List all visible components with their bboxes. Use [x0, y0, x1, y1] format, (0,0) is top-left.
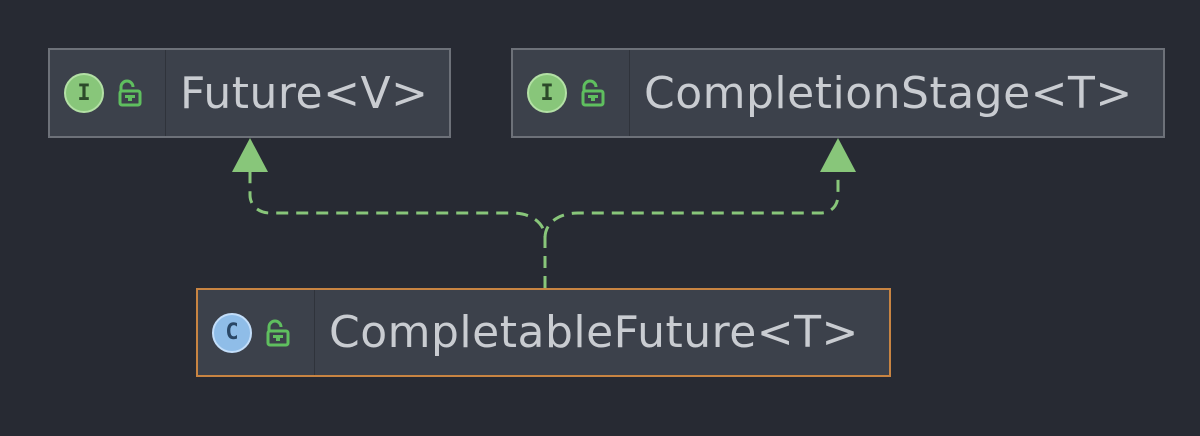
node-completable-future[interactable]: C CompletableFuture<T> [196, 288, 891, 377]
unlocked-padlock-icon [114, 78, 144, 108]
arrowhead-future [232, 138, 268, 172]
edge-completablefuture-to-future [248, 172, 547, 288]
node-completion-stage[interactable]: I CompletionStage<T> [511, 48, 1165, 138]
diagram-canvas: I Future<V> I CompletionStage<T> C Compl… [0, 0, 1200, 436]
class-badge-icon: C [212, 312, 252, 353]
node-label: CompletableFuture<T> [329, 307, 859, 358]
arrowhead-completionstage [820, 138, 856, 172]
interface-badge-icon: I [64, 73, 104, 113]
node-future-icons: I [50, 50, 166, 136]
edge-completablefuture-to-completionstage [543, 172, 840, 239]
node-completion-stage-icons: I [513, 50, 630, 136]
node-label: CompletionStage<T> [644, 67, 1133, 119]
unlocked-padlock-icon [262, 318, 292, 348]
node-future[interactable]: I Future<V> [48, 48, 451, 138]
node-completable-future-icons: C [198, 290, 315, 375]
interface-badge-icon: I [527, 73, 567, 113]
node-label: Future<V> [180, 67, 429, 119]
unlocked-padlock-icon [577, 78, 607, 108]
